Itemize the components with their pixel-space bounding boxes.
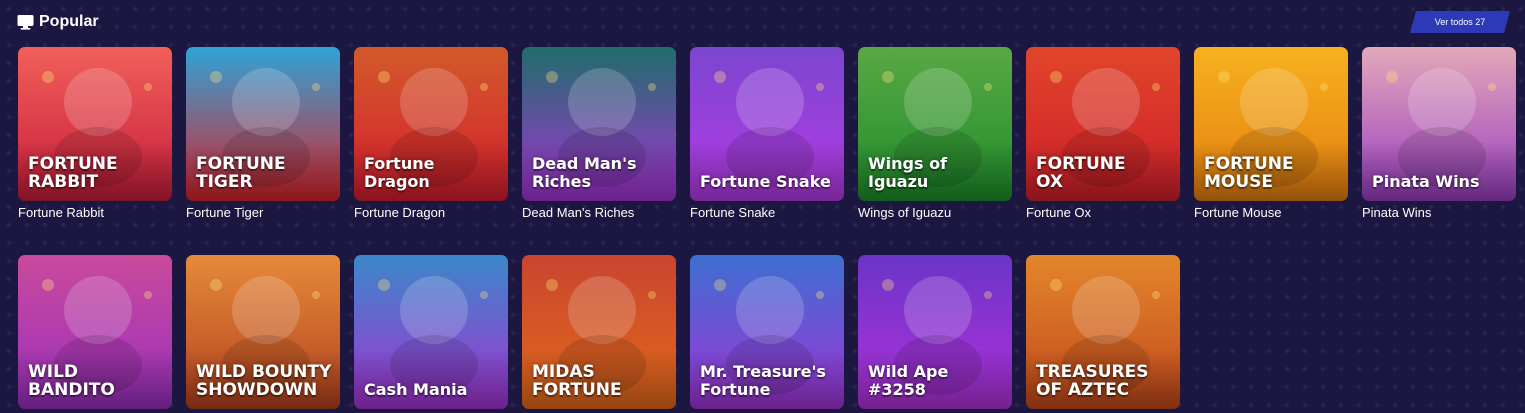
game-thumbnail[interactable]: FORTUNE MOUSE <box>1194 47 1348 201</box>
game-thumbnail[interactable]: WILD BOUNTY SHOWDOWN <box>186 255 340 409</box>
game-logo-text: Wings of Iguazu <box>868 154 948 191</box>
game-thumbnail[interactable]: WILD BANDITO <box>18 255 172 409</box>
game-thumbnail[interactable]: MIDAS FORTUNE <box>522 255 676 409</box>
game-thumbnail[interactable]: Mr. Treasure's Fortune <box>690 255 844 409</box>
game-card[interactable]: Dead Man's Riches Dead Man's Riches <box>522 47 676 220</box>
game-title[interactable]: Wings of Iguazu <box>858 205 1012 220</box>
game-thumbnail[interactable]: Fortune Dragon <box>354 47 508 201</box>
game-logo-text: WILD BOUNTY SHOWDOWN <box>196 362 332 400</box>
game-card[interactable]: Fortune Dragon Fortune Dragon <box>354 47 508 220</box>
game-thumbnail[interactable]: Wild Ape #3258 <box>858 255 1012 409</box>
game-card[interactable]: WILD BANDITOWild Bandito <box>18 255 172 413</box>
game-thumbnail[interactable]: Dead Man's Riches <box>522 47 676 201</box>
game-card[interactable]: MIDAS FORTUNEMidas Fortune <box>522 255 676 413</box>
monitor-icon <box>17 14 34 30</box>
thumbnail-shade <box>690 141 844 201</box>
game-card[interactable]: Pinata Wins Pinata Wins <box>1362 47 1516 220</box>
game-thumbnail[interactable]: Wings of Iguazu <box>858 47 1012 201</box>
game-logo-text: Dead Man's Riches <box>532 154 637 191</box>
game-logo-text: FORTUNE TIGER <box>196 154 286 192</box>
game-logo-text: Fortune Snake <box>700 172 831 191</box>
game-title[interactable]: Fortune Rabbit <box>18 205 172 220</box>
game-title[interactable]: Fortune Snake <box>690 205 844 220</box>
game-logo-text: MIDAS FORTUNE <box>532 362 622 400</box>
game-title[interactable]: Fortune Ox <box>1026 205 1180 220</box>
game-title[interactable]: Dead Man's Riches <box>522 205 676 220</box>
game-title[interactable]: Fortune Dragon <box>354 205 508 220</box>
game-logo-text: Fortune Dragon <box>364 154 435 191</box>
game-thumbnail[interactable]: FORTUNE OX <box>1026 47 1180 201</box>
view-all-label: Ver todos 27 <box>1434 17 1486 27</box>
game-logo-text: Wild Ape #3258 <box>868 362 949 399</box>
game-logo-text: FORTUNE RABBIT <box>28 154 118 192</box>
game-title[interactable]: Fortune Tiger <box>186 205 340 220</box>
thumbnail-shade <box>354 349 508 409</box>
section-header: Popular <box>17 11 99 33</box>
game-logo-text: FORTUNE OX <box>1036 154 1126 192</box>
game-thumbnail[interactable]: Cash Mania <box>354 255 508 409</box>
game-card[interactable]: Fortune Snake Fortune Snake <box>690 47 844 220</box>
game-card[interactable]: FORTUNE MOUSE Fortune Mouse <box>1194 47 1348 220</box>
games-grid: FORTUNE RABBIT Fortune Rabbit FORTUNE TIGE… <box>18 47 1516 413</box>
game-title[interactable]: Pinata Wins <box>1362 205 1516 220</box>
game-thumbnail[interactable]: TREASURES OF AZTEC <box>1026 255 1180 409</box>
game-card[interactable]: FORTUNE OX Fortune Ox <box>1026 47 1180 220</box>
game-card[interactable]: Wings of Iguazu Wings of Iguazu <box>858 47 1012 220</box>
game-thumbnail[interactable]: FORTUNE TIGER <box>186 47 340 201</box>
game-thumbnail[interactable]: Pinata Wins <box>1362 47 1516 201</box>
game-card[interactable]: WILD BOUNTY SHOWDOWNWild Bounty <box>186 255 340 413</box>
game-logo-text: Cash Mania <box>364 380 468 399</box>
game-logo-text: Pinata Wins <box>1372 172 1480 191</box>
game-card[interactable]: Cash ManiaCash Mania <box>354 255 508 413</box>
game-logo-text: WILD BANDITO <box>28 362 115 400</box>
section-title: Popular <box>39 13 99 30</box>
thumbnail-shade <box>1362 141 1516 201</box>
game-title[interactable]: Fortune Mouse <box>1194 205 1348 220</box>
game-card[interactable]: Mr. Treasure's FortuneMr. Treasure's For… <box>690 255 844 413</box>
game-card[interactable]: FORTUNE RABBIT Fortune Rabbit <box>18 47 172 220</box>
game-thumbnail[interactable]: FORTUNE RABBIT <box>18 47 172 201</box>
game-logo-text: FORTUNE MOUSE <box>1204 154 1294 192</box>
game-thumbnail[interactable]: Fortune Snake <box>690 47 844 201</box>
game-card[interactable]: Wild Ape #3258Wild Ape #3258 <box>858 255 1012 413</box>
game-logo-text: Mr. Treasure's Fortune <box>700 362 826 399</box>
game-logo-text: TREASURES OF AZTEC <box>1036 362 1149 400</box>
view-all-button[interactable]: Ver todos 27 <box>1410 11 1510 33</box>
game-card[interactable]: FORTUNE TIGER Fortune Tiger <box>186 47 340 220</box>
game-card[interactable]: TREASURES OF AZTECTreasures of Aztec <box>1026 255 1180 413</box>
